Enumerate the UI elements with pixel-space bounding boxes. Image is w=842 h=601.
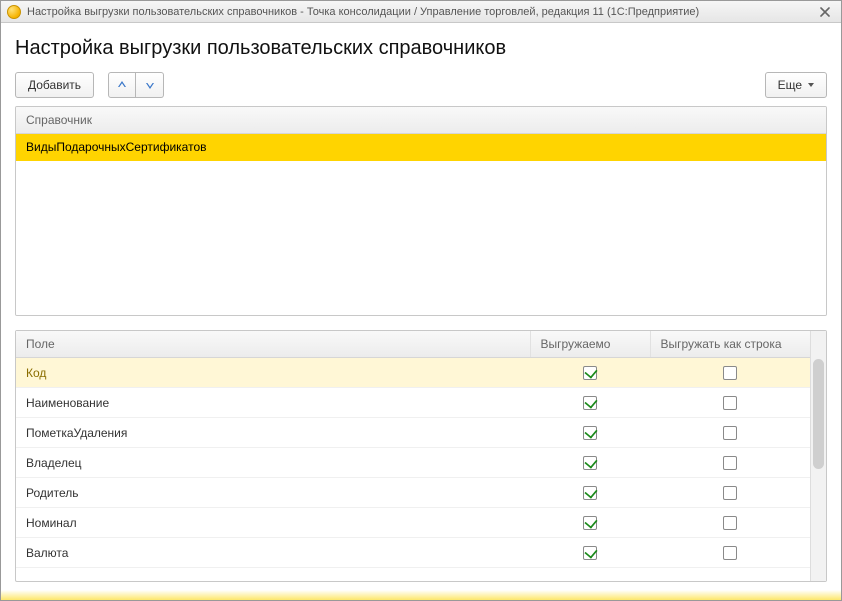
move-down-button[interactable]	[136, 72, 164, 98]
as-string-cell	[650, 418, 810, 448]
chevron-down-icon	[808, 83, 814, 87]
exportable-checkbox[interactable]	[583, 546, 597, 560]
as-string-checkbox[interactable]	[723, 366, 737, 380]
field-name-cell: Код	[16, 358, 530, 388]
window-title: Настройка выгрузки пользовательских спра…	[27, 6, 699, 18]
app-window: Настройка выгрузки пользовательских спра…	[0, 0, 842, 601]
table-row[interactable]: ПометкаУдаления	[16, 418, 810, 448]
exportable-checkbox[interactable]	[583, 366, 597, 380]
as-string-checkbox[interactable]	[723, 426, 737, 440]
table-row[interactable]: Номинал	[16, 508, 810, 538]
exportable-checkbox[interactable]	[583, 486, 597, 500]
app-icon	[7, 5, 21, 19]
fields-table: Поле Выгружаемо Выгружать как строка Код…	[16, 331, 810, 568]
fields-table-wrap: Поле Выгружаемо Выгружать как строка Код…	[15, 330, 827, 582]
scrollbar-thumb[interactable]	[813, 359, 824, 469]
footer-accent	[1, 590, 841, 600]
as-string-cell	[650, 448, 810, 478]
move-up-button[interactable]	[108, 72, 136, 98]
catalog-list-header: Справочник	[16, 107, 826, 134]
exportable-cell	[530, 478, 650, 508]
arrow-up-icon	[116, 79, 128, 91]
more-button[interactable]: Еще	[765, 72, 827, 98]
catalog-list-body[interactable]: ВидыПодарочныхСертификатов	[16, 134, 826, 315]
table-row[interactable]: Код	[16, 358, 810, 388]
exportable-cell	[530, 418, 650, 448]
field-name-cell: ПометкаУдаления	[16, 418, 530, 448]
field-name-cell: Номинал	[16, 508, 530, 538]
page-title: Настройка выгрузки пользовательских спра…	[15, 37, 827, 60]
as-string-checkbox[interactable]	[723, 456, 737, 470]
catalog-list-item[interactable]: ВидыПодарочныхСертификатов	[16, 134, 826, 161]
as-string-cell	[650, 508, 810, 538]
field-name-cell: Владелец	[16, 448, 530, 478]
as-string-checkbox[interactable]	[723, 396, 737, 410]
as-string-checkbox[interactable]	[723, 546, 737, 560]
table-row[interactable]: Владелец	[16, 448, 810, 478]
titlebar: Настройка выгрузки пользовательских спра…	[1, 1, 841, 23]
as-string-cell	[650, 388, 810, 418]
toolbar: Добавить Еще	[15, 72, 827, 98]
exportable-cell	[530, 538, 650, 568]
add-button[interactable]: Добавить	[15, 72, 94, 98]
exportable-checkbox[interactable]	[583, 426, 597, 440]
move-button-group	[108, 72, 164, 98]
exportable-checkbox[interactable]	[583, 516, 597, 530]
field-name-cell: Родитель	[16, 478, 530, 508]
table-row[interactable]: Валюта	[16, 538, 810, 568]
exportable-cell	[530, 358, 650, 388]
close-icon[interactable]	[815, 4, 835, 20]
content-area: Настройка выгрузки пользовательских спра…	[1, 23, 841, 590]
exportable-cell	[530, 508, 650, 538]
add-button-label: Добавить	[28, 78, 81, 92]
col-header-as-string[interactable]: Выгружать как строка	[650, 331, 810, 358]
table-row[interactable]: Родитель	[16, 478, 810, 508]
field-name-cell: Валюта	[16, 538, 530, 568]
field-name-cell: Наименование	[16, 388, 530, 418]
exportable-cell	[530, 448, 650, 478]
as-string-cell	[650, 538, 810, 568]
as-string-checkbox[interactable]	[723, 486, 737, 500]
as-string-checkbox[interactable]	[723, 516, 737, 530]
table-row[interactable]: Наименование	[16, 388, 810, 418]
more-button-label: Еще	[778, 78, 802, 92]
exportable-cell	[530, 388, 650, 418]
col-header-exportable[interactable]: Выгружаемо	[530, 331, 650, 358]
as-string-cell	[650, 358, 810, 388]
as-string-cell	[650, 478, 810, 508]
catalog-list: Справочник ВидыПодарочныхСертификатов	[15, 106, 827, 316]
exportable-checkbox[interactable]	[583, 456, 597, 470]
exportable-checkbox[interactable]	[583, 396, 597, 410]
vertical-scrollbar[interactable]	[810, 331, 826, 581]
col-header-field[interactable]: Поле	[16, 331, 530, 358]
arrow-down-icon	[144, 79, 156, 91]
